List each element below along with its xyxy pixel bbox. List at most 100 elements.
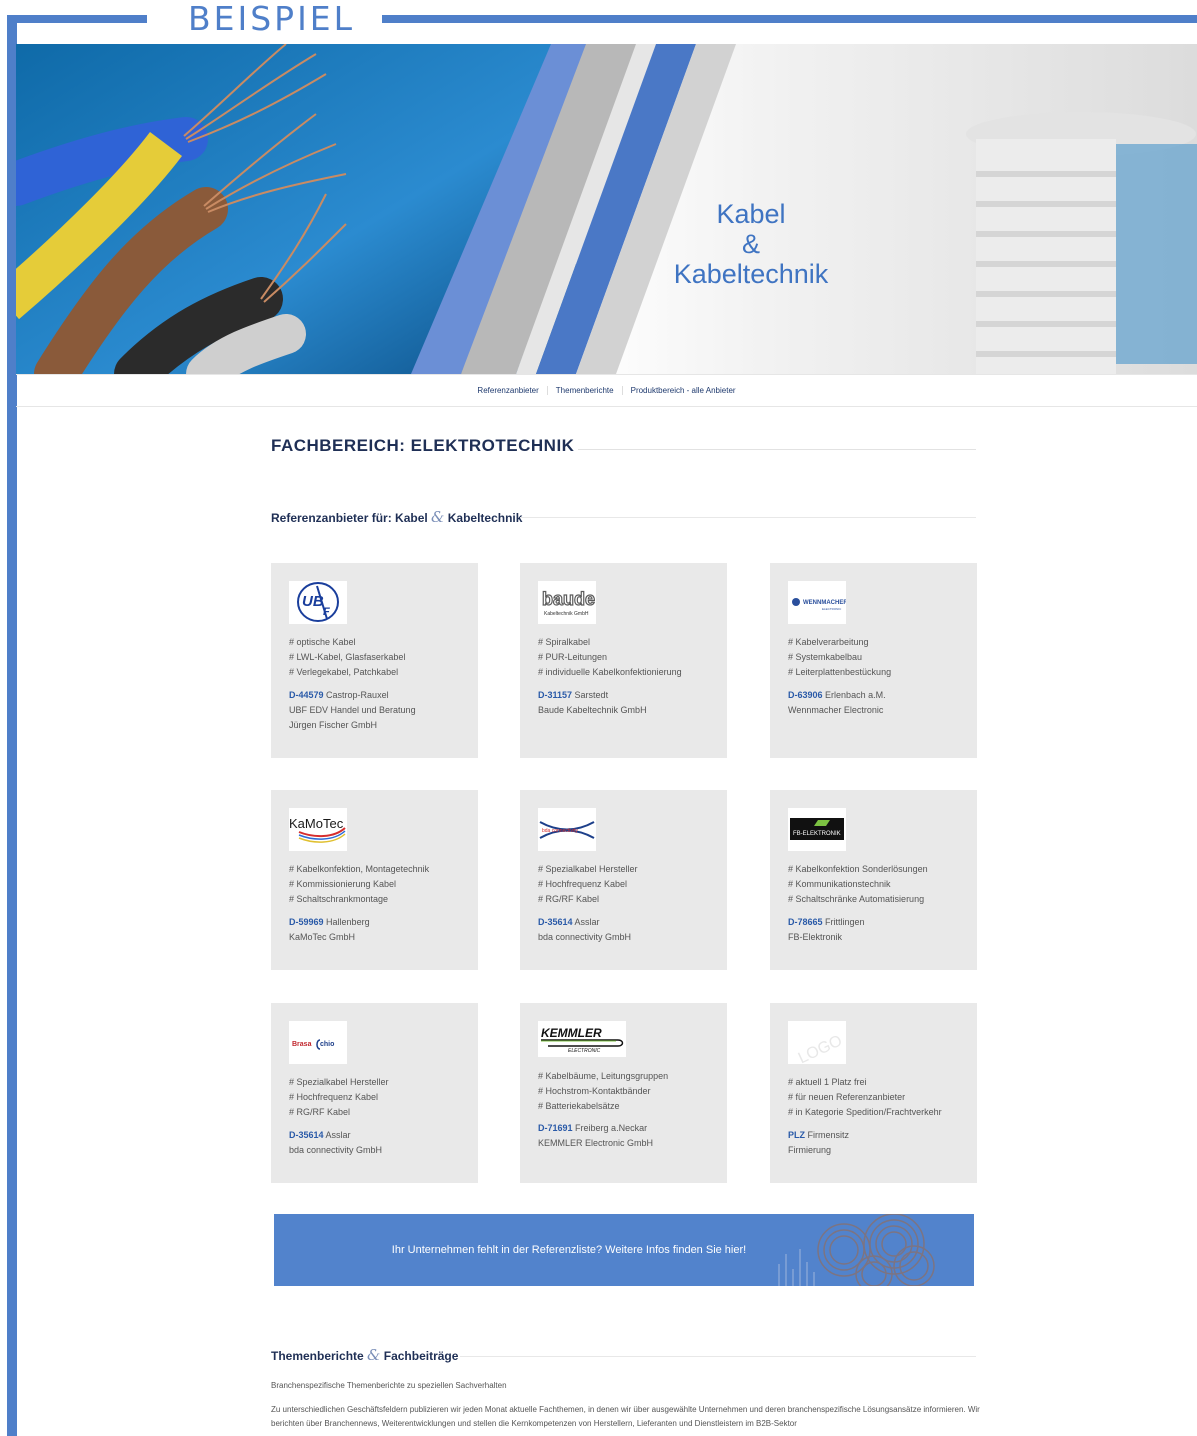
svg-text:chio: chio bbox=[320, 1041, 334, 1048]
tag: # Kabelkonfektion, Montagetechnik bbox=[289, 864, 430, 874]
svg-text:ELECTRONIC: ELECTRONIC bbox=[822, 607, 842, 611]
svg-text:KEMMLER: KEMMLER bbox=[541, 1026, 602, 1040]
provider-logo: KEMMLER ELECTRONIC bbox=[538, 1021, 626, 1057]
provider-card[interactable]: bda connectivity # Spezialkabel Herstell… bbox=[520, 790, 727, 970]
provider-card[interactable]: WENNMACHER ELECTRONIC # Kabelverarbeitun… bbox=[770, 563, 977, 758]
provider-address: D-44579 Castrop-Rauxel UBF EDV Handel un… bbox=[289, 688, 416, 733]
hero-image bbox=[16, 44, 1197, 374]
tag: # in Kategorie Spedition/Frachtverkehr bbox=[788, 1107, 942, 1117]
city: Asslar bbox=[574, 917, 600, 927]
tag: # PUR-Leitungen bbox=[538, 652, 608, 662]
tag: # Schaltschrankmontage bbox=[289, 894, 389, 904]
provider-tags: # Spezialkabel Hersteller # Hochfrequenz… bbox=[538, 862, 638, 907]
postal-code: D-59969 bbox=[289, 917, 324, 927]
page-title: FACHBEREICH: ELEKTROTECHNIK bbox=[271, 436, 575, 455]
heading-text: Kabeltechnik bbox=[447, 511, 523, 525]
company-line: Baude Kabeltechnik GmbH bbox=[538, 705, 647, 715]
provider-logo: WENNMACHER ELECTRONIC bbox=[788, 581, 846, 624]
tag: # Systemkabelbau bbox=[788, 652, 863, 662]
provider-card[interactable]: Brasa chio # Spezialkabel Hersteller # H… bbox=[271, 1003, 478, 1183]
heading-divider bbox=[460, 1356, 976, 1357]
postal-code: D-35614 bbox=[538, 917, 573, 927]
svg-text:baude: baude bbox=[542, 589, 595, 609]
svg-text:KaMoTec: KaMoTec bbox=[289, 816, 344, 831]
postal-code: D-71691 bbox=[538, 1123, 573, 1133]
provider-tags: # aktuell 1 Platz frei # für neuen Refer… bbox=[788, 1075, 942, 1120]
tag: # aktuell 1 Platz frei bbox=[788, 1077, 867, 1087]
provider-address: D-71691 Freiberg a.Neckar KEMMLER Electr… bbox=[538, 1121, 653, 1151]
heading-text: Referenzanbieter für: Kabel bbox=[271, 511, 428, 525]
provider-card[interactable]: FB-ELEKTRONIK # Kabelkonfektion Sonderlö… bbox=[770, 790, 977, 970]
provider-card[interactable]: baude Kabeltechnik GmbH # Spiralkabel # … bbox=[520, 563, 727, 758]
company-line: KEMMLER Electronic GmbH bbox=[538, 1138, 654, 1148]
hero-title-line: & bbox=[741, 229, 760, 259]
heading-text: Fachbeiträge bbox=[383, 1349, 459, 1363]
tag: # Kabelbäume, Leitungsgruppen bbox=[538, 1071, 669, 1081]
provider-logo: FB-ELEKTRONIK bbox=[788, 808, 846, 851]
postal-code: D-78665 bbox=[788, 917, 823, 927]
provider-tags: # Kabelkonfektion, Montagetechnik # Komm… bbox=[289, 862, 429, 907]
section-heading-referenzanbieter: Referenzanbieter für: Kabel & Kabeltechn… bbox=[271, 508, 522, 526]
company-line: KaMoTec GmbH bbox=[289, 932, 356, 942]
provider-logo: baude Kabeltechnik GmbH bbox=[538, 581, 596, 624]
city: Sarstedt bbox=[574, 690, 609, 700]
heading-divider bbox=[520, 517, 976, 518]
provider-card[interactable]: KaMoTec # Kabelkonfektion, Montagetechni… bbox=[271, 790, 478, 970]
ampersand: & bbox=[431, 508, 445, 526]
provider-tags: # Spezialkabel Hersteller # Hochfrequenz… bbox=[289, 1075, 389, 1120]
city: Hallenberg bbox=[326, 917, 370, 927]
provider-address: D-63906 Erlenbach a.M. Wennmacher Electr… bbox=[788, 688, 886, 718]
tag: # Kabelverarbeitung bbox=[788, 637, 869, 647]
provider-logo: bda connectivity bbox=[538, 808, 596, 851]
svg-text:Kabeltechnik GmbH: Kabeltechnik GmbH bbox=[544, 611, 589, 617]
hero-title: Kabel & Kabeltechnik bbox=[626, 199, 876, 289]
hero-title-line: Kabel bbox=[716, 199, 786, 229]
city: Castrop-Rauxel bbox=[326, 690, 389, 700]
tag: # RG/RF Kabel bbox=[289, 1107, 351, 1117]
provider-logo: Brasa chio bbox=[289, 1021, 347, 1064]
city: Frittlingen bbox=[825, 917, 865, 927]
svg-text:F: F bbox=[323, 606, 330, 618]
nav-link-referenzanbieter[interactable]: Referenzanbieter bbox=[469, 386, 546, 395]
provider-card[interactable]: KEMMLER ELECTRONIC # Kabelbäume, Leitung… bbox=[520, 1003, 727, 1183]
postal-code: D-35614 bbox=[289, 1130, 324, 1140]
tag: # Kabelkonfektion Sonderlösungen bbox=[788, 864, 928, 874]
themen-intro: Branchenspezifische Themenberichte zu sp… bbox=[271, 1381, 507, 1390]
cta-link-text[interactable]: Ihr Unternehmen fehlt in der Referenzlis… bbox=[274, 1244, 864, 1256]
themen-body: Zu unterschiedlichen Geschäftsfeldern pu… bbox=[271, 1405, 980, 1428]
svg-text:WENNMACHER: WENNMACHER bbox=[803, 600, 846, 606]
company-line: Jürgen Fischer GmbH bbox=[289, 720, 378, 730]
provider-tags: # Kabelbäume, Leitungsgruppen # Hochstro… bbox=[538, 1069, 668, 1114]
hero-title-line: Kabeltechnik bbox=[673, 259, 829, 289]
postal-code: PLZ bbox=[788, 1130, 805, 1140]
postal-code: D-63906 bbox=[788, 690, 823, 700]
svg-text:FB-ELEKTRONIK: FB-ELEKTRONIK bbox=[793, 831, 841, 837]
company-line: FB-Elektronik bbox=[788, 932, 843, 942]
nav-link-produktbereich[interactable]: Produktbereich - alle Anbieter bbox=[621, 386, 744, 395]
postal-code: D-44579 bbox=[289, 690, 324, 700]
provider-card[interactable]: UB F # optische Kabel # LWL-Kabel, Glasf… bbox=[271, 563, 478, 758]
frame-top-bar bbox=[7, 15, 147, 23]
title-divider bbox=[578, 449, 976, 450]
tag: # Kommunikationstechnik bbox=[788, 879, 891, 889]
tag: # Kommissionierung Kabel bbox=[289, 879, 397, 889]
company-line: bda connectivity GmbH bbox=[538, 932, 632, 942]
tag: # Schaltschränke Automatisierung bbox=[788, 894, 925, 904]
provider-logo: UB F bbox=[289, 581, 347, 624]
tag: # optische Kabel bbox=[289, 637, 356, 647]
tag: # Leiterplattenbestückung bbox=[788, 667, 892, 677]
provider-tags: # Kabelverarbeitung # Systemkabelbau # L… bbox=[788, 635, 891, 680]
city: Freiberg a.Neckar bbox=[575, 1123, 648, 1133]
tag: # LWL-Kabel, Glasfaserkabel bbox=[289, 652, 406, 662]
svg-text:LOGO: LOGO bbox=[796, 1032, 845, 1064]
referenzliste-cta-banner[interactable]: Ihr Unternehmen fehlt in der Referenzlis… bbox=[274, 1214, 974, 1286]
provider-card[interactable]: LOGO # aktuell 1 Platz frei # für neuen … bbox=[770, 1003, 977, 1183]
nav-link-themenberichte[interactable]: Themenberichte bbox=[546, 386, 622, 395]
ampersand: & bbox=[367, 1346, 381, 1364]
svg-text:Brasa: Brasa bbox=[292, 1041, 312, 1048]
provider-address: D-59969 Hallenberg KaMoTec GmbH bbox=[289, 915, 370, 945]
provider-address: D-31157 Sarstedt Baude Kabeltechnik GmbH bbox=[538, 688, 647, 718]
city: Asslar bbox=[325, 1130, 351, 1140]
provider-address: D-35614 Asslar bda connectivity GmbH bbox=[289, 1128, 382, 1158]
tag: # Hochstrom-Kontaktbänder bbox=[538, 1086, 651, 1096]
